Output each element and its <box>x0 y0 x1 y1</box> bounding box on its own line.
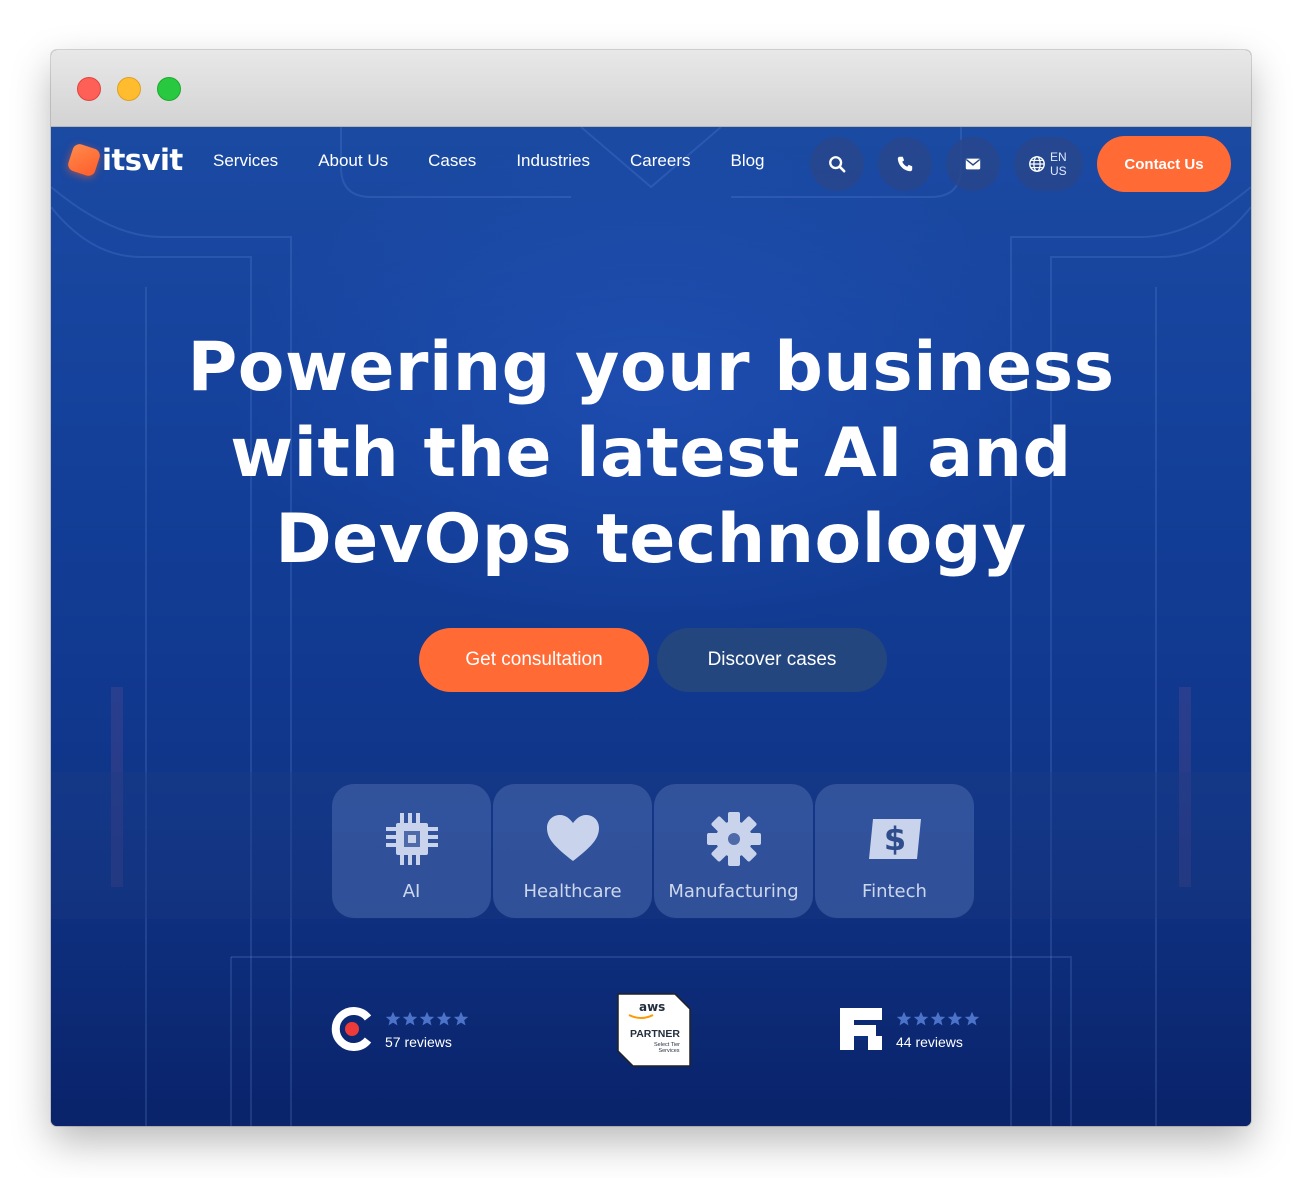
itsvit-logo[interactable]: itsvit <box>66 142 183 178</box>
aws-partner-text: PARTNER <box>630 1028 680 1040</box>
hero-headline: Powering your business with the latest A… <box>151 325 1151 583</box>
contact-us-button[interactable]: Contact Us <box>1097 136 1231 192</box>
search-icon <box>829 156 846 173</box>
nav-careers[interactable]: Careers <box>630 149 690 173</box>
industry-tile-fintech[interactable]: $ Fintech <box>815 784 974 918</box>
window-titlebar <box>51 50 1251 127</box>
aws-brand-text: aws <box>639 1000 665 1014</box>
star-icon <box>964 1011 980 1025</box>
industry-label: Healthcare <box>523 881 622 902</box>
goodfirms-logo-icon <box>840 1008 882 1050</box>
goodfirms-stars <box>896 1011 980 1027</box>
industry-tile-manufacturing[interactable]: Manufacturing <box>654 784 813 918</box>
logo-mark-icon <box>66 142 102 178</box>
logo-text: itsvit <box>102 143 183 177</box>
discover-cases-button[interactable]: Discover cases <box>657 628 887 692</box>
goodfirms-rating[interactable]: 44 reviews <box>838 1006 980 1052</box>
industry-label: Manufacturing <box>668 881 799 902</box>
hero-headline-line1: Powering your business <box>187 328 1115 407</box>
industry-label: AI <box>402 881 421 902</box>
clutch-rating[interactable]: 57 reviews <box>331 1006 469 1052</box>
browser-window: itsvit Services About Us Cases Industrie… <box>51 50 1251 1126</box>
star-icon <box>930 1011 946 1025</box>
nav-industries[interactable]: Industries <box>516 149 590 173</box>
star-icon <box>913 1011 929 1025</box>
get-consultation-button[interactable]: Get consultation <box>419 628 649 692</box>
main-navigation: Services About Us Cases Industries Caree… <box>213 149 805 173</box>
search-button[interactable] <box>810 137 864 191</box>
nav-cases[interactable]: Cases <box>428 149 476 173</box>
star-icon <box>947 1011 963 1025</box>
phone-button[interactable] <box>878 137 932 191</box>
star-icon <box>453 1011 469 1025</box>
star-icon <box>385 1011 401 1025</box>
nav-about-us[interactable]: About Us <box>318 149 388 173</box>
clutch-stars <box>385 1011 469 1027</box>
svg-text:$: $ <box>883 820 905 858</box>
region-code: US <box>1050 164 1067 178</box>
star-icon <box>436 1011 452 1025</box>
aws-services-text: Services <box>658 1048 679 1054</box>
phone-icon <box>897 156 913 172</box>
mail-button[interactable] <box>946 137 1000 191</box>
chip-icon <box>385 813 438 865</box>
dollar-icon: $ <box>868 819 921 859</box>
hero-headline-line3: DevOps technology <box>275 500 1027 579</box>
minimize-window-button[interactable] <box>117 77 141 101</box>
industry-tile-healthcare[interactable]: Healthcare <box>493 784 652 918</box>
clutch-rating-details: 57 reviews <box>385 1011 469 1050</box>
globe-icon <box>1029 156 1045 172</box>
star-icon <box>419 1011 435 1025</box>
language-code: EN <box>1050 150 1067 164</box>
star-icon <box>896 1011 912 1025</box>
goodfirms-rating-details: 44 reviews <box>896 1011 980 1050</box>
language-selector[interactable]: EN US <box>1014 137 1083 191</box>
hero-headline-line2: with the latest AI and <box>230 414 1072 493</box>
landing-page: itsvit Services About Us Cases Industrie… <box>51 127 1251 1126</box>
clutch-logo-icon <box>331 1007 372 1051</box>
industry-label: Fintech <box>862 881 927 902</box>
clutch-review-count: 57 reviews <box>385 1033 452 1050</box>
close-window-button[interactable] <box>77 77 101 101</box>
aws-partner-badge[interactable]: aws PARTNER Select Tier Services <box>617 993 691 1067</box>
mail-icon <box>965 158 981 170</box>
gear-icon <box>706 812 761 866</box>
nav-services[interactable]: Services <box>213 149 278 173</box>
maximize-window-button[interactable] <box>157 77 181 101</box>
goodfirms-review-count: 44 reviews <box>896 1033 963 1050</box>
circuit-background-decoration <box>51 127 1251 1126</box>
nav-blog[interactable]: Blog <box>730 149 764 173</box>
industry-tile-ai[interactable]: AI <box>332 784 491 918</box>
heart-icon <box>546 815 599 861</box>
language-label: EN US <box>1050 150 1067 178</box>
star-icon <box>402 1011 418 1025</box>
